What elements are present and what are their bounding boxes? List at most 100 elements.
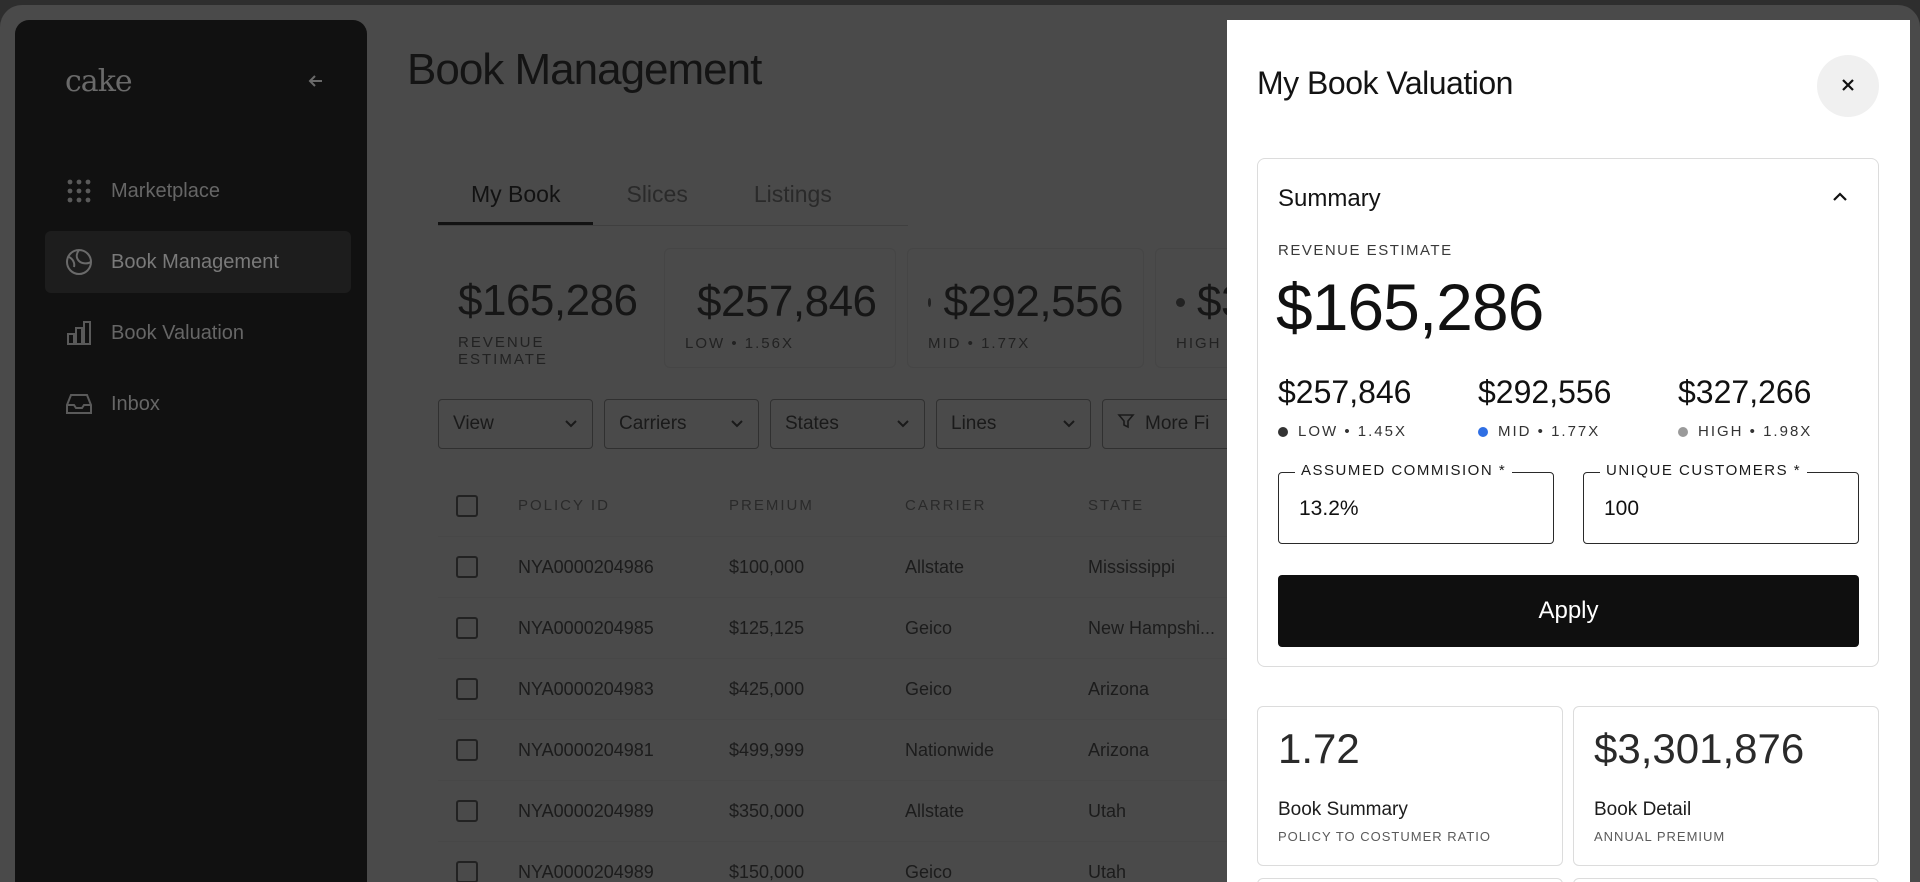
filter-label: View bbox=[453, 413, 494, 434]
summary-heading[interactable]: Summary bbox=[1278, 185, 1381, 213]
cell-policy-id: NYA0000204985 bbox=[518, 617, 654, 638]
bar-chart-icon bbox=[65, 319, 93, 347]
row-checkbox[interactable] bbox=[456, 617, 478, 639]
table-row[interactable]: NYA0000204989 $150,000 Geico Utah bbox=[438, 842, 1338, 882]
table-row[interactable]: NYA0000204989 $350,000 Allstate Utah bbox=[438, 781, 1338, 842]
filter-bar: View Carriers States Lines More Fi bbox=[438, 399, 1253, 449]
stat-label: REVENUE ESTIMATE bbox=[458, 334, 548, 368]
card-title: Book Summary bbox=[1278, 799, 1408, 820]
card-placeholder bbox=[1257, 878, 1563, 882]
select-all-checkbox[interactable] bbox=[456, 494, 478, 517]
chevron-up-icon[interactable] bbox=[1832, 187, 1848, 208]
cell-premium: $425,000 bbox=[729, 678, 805, 699]
table-row[interactable]: NYA0000204983 $425,000 Geico Arizona bbox=[438, 659, 1338, 720]
filter-states-select[interactable]: States bbox=[770, 399, 925, 449]
filter-view-select[interactable]: View bbox=[438, 399, 593, 449]
unique-customers-field[interactable]: UNIQUE CUSTOMERS * bbox=[1583, 462, 1859, 544]
filter-lines-select[interactable]: Lines bbox=[936, 399, 1091, 449]
tier-high: $327,266 HIGH • 1.98X bbox=[1678, 374, 1878, 440]
tab-bar: My Book Slices Listings bbox=[438, 173, 908, 226]
stat-revenue-estimate: $165,286 REVENUE ESTIMATE bbox=[438, 248, 653, 368]
table-row[interactable]: NYA0000204981 $499,999 Nationwide Arizon… bbox=[438, 720, 1338, 781]
row-checkbox[interactable] bbox=[456, 861, 478, 882]
revenue-estimate-label: REVENUE ESTIMATE bbox=[1278, 242, 1453, 259]
app-logo[interactable]: cake bbox=[65, 64, 133, 99]
grid-icon bbox=[65, 177, 93, 205]
filter-label: States bbox=[785, 413, 839, 434]
sidebar: cake Marketplace Book Management Book Va… bbox=[15, 20, 367, 882]
table-header: POLICY ID PREMIUM CARRIER STATE bbox=[438, 475, 1338, 537]
sidebar-item-book-management[interactable]: Book Management bbox=[45, 231, 351, 293]
tier-label: LOW • 1.45X bbox=[1298, 423, 1407, 440]
policy-table: POLICY ID PREMIUM CARRIER STATE NYA00002… bbox=[438, 475, 1338, 882]
cell-premium: $350,000 bbox=[729, 800, 805, 821]
assumed-commission-input[interactable] bbox=[1299, 497, 1529, 521]
tier-value: $327,266 bbox=[1678, 374, 1812, 410]
cell-carrier: Geico bbox=[905, 617, 953, 638]
tab-slices[interactable]: Slices bbox=[593, 173, 720, 225]
row-checkbox[interactable] bbox=[456, 556, 478, 578]
page-title: Book Management bbox=[407, 45, 762, 94]
cell-premium: $150,000 bbox=[729, 861, 805, 882]
column-header[interactable]: CARRIER bbox=[905, 497, 1088, 514]
sidebar-item-inbox[interactable]: Inbox bbox=[45, 373, 351, 435]
inbox-icon bbox=[65, 390, 93, 418]
stats-row: $165,286 REVENUE ESTIMATE $257,846 LOW •… bbox=[438, 248, 1286, 368]
sidebar-nav: Marketplace Book Management Book Valuati… bbox=[45, 160, 351, 444]
column-header[interactable]: PREMIUM bbox=[729, 497, 905, 514]
cell-carrier: Geico bbox=[905, 678, 953, 699]
cell-carrier: Allstate bbox=[905, 556, 965, 577]
cell-premium: $125,125 bbox=[729, 617, 805, 638]
card-subtitle: POLICY TO COSTUMER RATIO bbox=[1278, 829, 1492, 844]
card-value: 1.72 bbox=[1278, 725, 1360, 772]
card-title: Book Detail bbox=[1594, 799, 1692, 820]
bullet-dot bbox=[1176, 297, 1185, 307]
cell-policy-id: NYA0000204989 bbox=[518, 861, 654, 882]
card-subtitle: ANNUAL PREMIUM bbox=[1594, 829, 1726, 844]
cell-carrier: Nationwide bbox=[905, 739, 995, 760]
chevron-down-icon bbox=[1062, 413, 1076, 435]
arrow-left-icon[interactable] bbox=[307, 72, 325, 95]
cell-carrier: Geico bbox=[905, 861, 953, 882]
chevron-down-icon bbox=[896, 413, 910, 435]
tab-listings[interactable]: Listings bbox=[721, 173, 865, 225]
close-icon bbox=[1840, 73, 1856, 99]
row-checkbox[interactable] bbox=[456, 800, 478, 822]
row-checkbox[interactable] bbox=[456, 678, 478, 700]
globe-icon bbox=[65, 248, 93, 276]
row-checkbox[interactable] bbox=[456, 739, 478, 761]
field-label: ASSUMED COMMISION * bbox=[1295, 462, 1513, 479]
status-dot bbox=[1278, 426, 1288, 437]
chevron-down-icon bbox=[564, 413, 578, 435]
status-dot bbox=[1478, 426, 1488, 437]
tier-label: HIGH • 1.98X bbox=[1698, 423, 1813, 440]
valuation-panel: My Book Valuation Summary REVENUE ESTIMA… bbox=[1227, 20, 1910, 882]
sidebar-item-book-valuation[interactable]: Book Valuation bbox=[45, 302, 351, 364]
tier-value: $257,846 bbox=[1278, 374, 1412, 410]
table-row[interactable]: NYA0000204985 $125,125 Geico New Hampshi… bbox=[438, 598, 1338, 659]
cell-carrier: Allstate bbox=[905, 800, 965, 821]
filter-label: Carriers bbox=[619, 413, 687, 434]
tier-value: $292,556 bbox=[1478, 374, 1612, 410]
status-dot bbox=[1678, 426, 1688, 437]
revenue-estimate-value: $165,286 bbox=[1276, 270, 1544, 344]
more-filters-button[interactable]: More Fi bbox=[1102, 399, 1242, 449]
tab-my-book[interactable]: My Book bbox=[438, 173, 594, 225]
sidebar-item-marketplace[interactable]: Marketplace bbox=[45, 160, 351, 222]
book-summary-card: 1.72 Book Summary POLICY TO COSTUMER RAT… bbox=[1257, 706, 1563, 866]
stat-value: $292,556 bbox=[943, 277, 1123, 326]
filter-label: Lines bbox=[951, 413, 997, 434]
close-button[interactable] bbox=[1817, 55, 1879, 117]
apply-button[interactable]: Apply bbox=[1278, 575, 1859, 647]
cell-policy-id: NYA0000204986 bbox=[518, 556, 654, 577]
filter-carriers-select[interactable]: Carriers bbox=[604, 399, 759, 449]
panel-title: My Book Valuation bbox=[1257, 65, 1513, 101]
book-detail-card: $3,301,876 Book Detail ANNUAL PREMIUM bbox=[1573, 706, 1879, 866]
field-label: UNIQUE CUSTOMERS * bbox=[1600, 462, 1808, 479]
unique-customers-input[interactable] bbox=[1604, 497, 1834, 521]
tier-label: MID • 1.77X bbox=[1498, 423, 1601, 440]
assumed-commission-field[interactable]: ASSUMED COMMISION * bbox=[1278, 462, 1554, 544]
table-row[interactable]: NYA0000204986 $100,000 Allstate Mississi… bbox=[438, 537, 1338, 598]
column-header[interactable]: POLICY ID bbox=[518, 497, 729, 514]
stat-value: $165,286 bbox=[458, 276, 638, 325]
